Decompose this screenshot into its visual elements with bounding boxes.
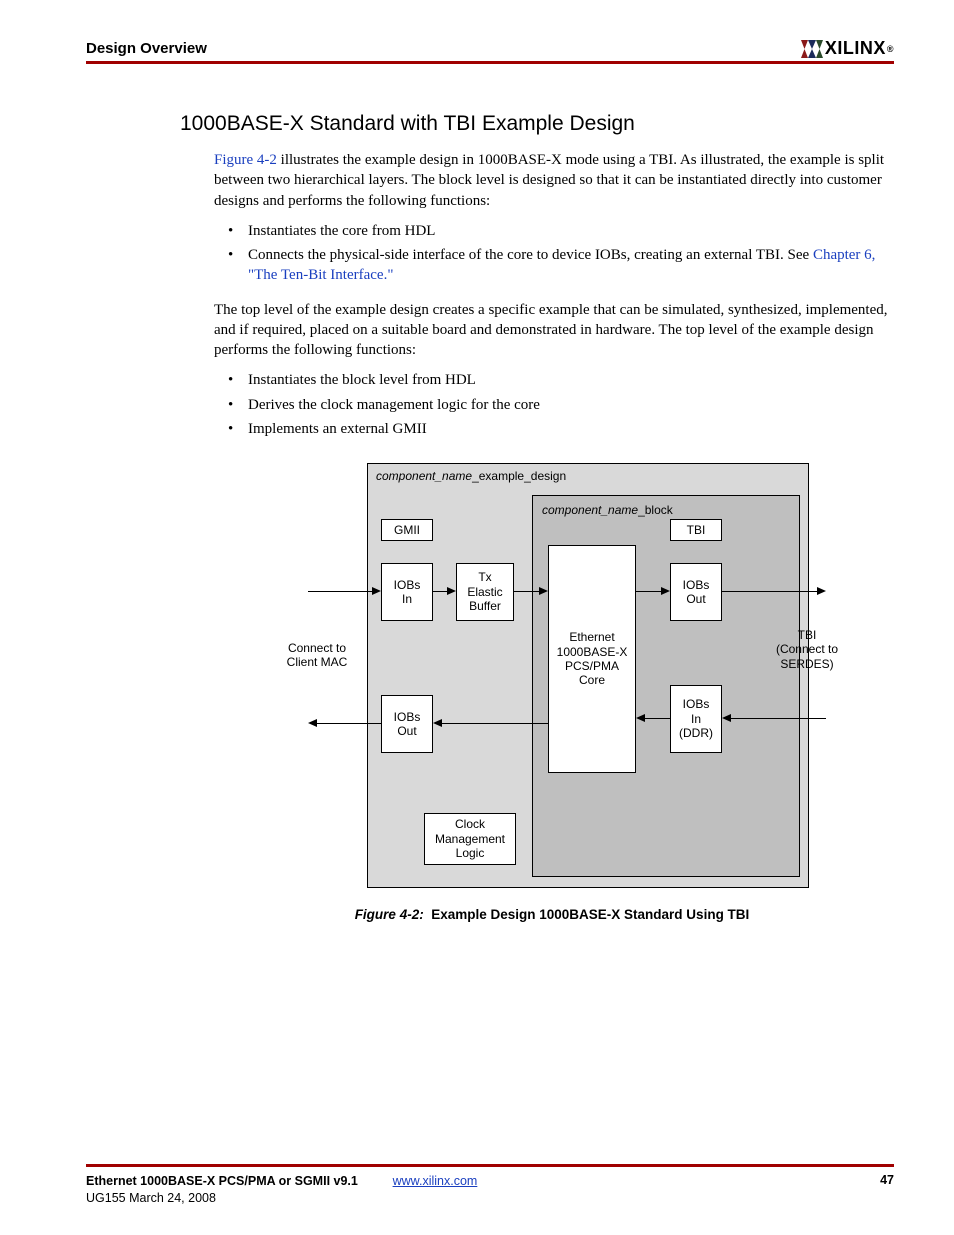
clock-mgmt-box: Clock Management Logic bbox=[424, 813, 516, 865]
page-footer: Ethernet 1000BASE-X PCS/PMA or SGMII v9.… bbox=[86, 1164, 894, 1207]
iobs-out-box: IOBs Out bbox=[381, 695, 433, 753]
paragraph-1: Figure 4-2 illustrates the example desig… bbox=[214, 150, 890, 211]
list-item: Instantiates the core from HDL bbox=[214, 221, 890, 241]
iobs-out-top-box: IOBs Out bbox=[670, 563, 722, 621]
section-heading: 1000BASE-X Standard with TBI Example Des… bbox=[180, 112, 890, 136]
footer-doc-id: UG155 March 24, 2008 bbox=[86, 1191, 216, 1205]
footer-doc-title: Ethernet 1000BASE-X PCS/PMA or SGMII v9.… bbox=[86, 1174, 358, 1188]
footer-rule bbox=[86, 1164, 894, 1167]
inner-box-label: component_name_block bbox=[542, 503, 673, 517]
list-item: Derives the clock management logic for t… bbox=[214, 395, 890, 415]
logo-text: XILINX bbox=[825, 38, 886, 59]
bullet-list-2: Instantiates the block level from HDL De… bbox=[214, 370, 890, 439]
list-item: Connects the physical-side interface of … bbox=[214, 245, 890, 286]
bullet-list-1: Instantiates the core from HDL Connects … bbox=[214, 221, 890, 286]
registered-mark: ® bbox=[887, 44, 894, 54]
header-rule bbox=[86, 61, 894, 64]
xilinx-logo: XILINX® bbox=[801, 38, 894, 59]
connect-client-mac-label: Connect to Client MAC bbox=[272, 641, 362, 670]
tx-elastic-buffer-box: Tx Elastic Buffer bbox=[456, 563, 514, 621]
iobs-in-box: IOBs In bbox=[381, 563, 433, 621]
outer-box-label: component_name_example_design bbox=[376, 469, 566, 483]
footer-url-link[interactable]: www.xilinx.com bbox=[393, 1174, 478, 1188]
figure-ref-link[interactable]: Figure 4-2 bbox=[214, 152, 277, 168]
page-number: 47 bbox=[880, 1173, 894, 1207]
gmii-label-box: GMII bbox=[381, 519, 433, 541]
block-diagram: component_name_example_design component_… bbox=[272, 463, 832, 893]
list-item: Implements an external GMII bbox=[214, 419, 890, 439]
xilinx-logo-icon bbox=[801, 40, 823, 58]
ethernet-core-box: Ethernet 1000BASE-X PCS/PMA Core bbox=[548, 545, 636, 773]
paragraph-2: The top level of the example design crea… bbox=[214, 300, 890, 361]
tbi-label-box: TBI bbox=[670, 519, 722, 541]
page-header-section: Design Overview bbox=[86, 40, 207, 57]
tbi-serdes-label: TBI (Connect to SERDES) bbox=[768, 628, 846, 671]
figure-caption: Figure 4-2: Example Design 1000BASE-X St… bbox=[272, 907, 832, 922]
iobs-in-ddr-box: IOBs In (DDR) bbox=[670, 685, 722, 753]
list-item: Instantiates the block level from HDL bbox=[214, 370, 890, 390]
